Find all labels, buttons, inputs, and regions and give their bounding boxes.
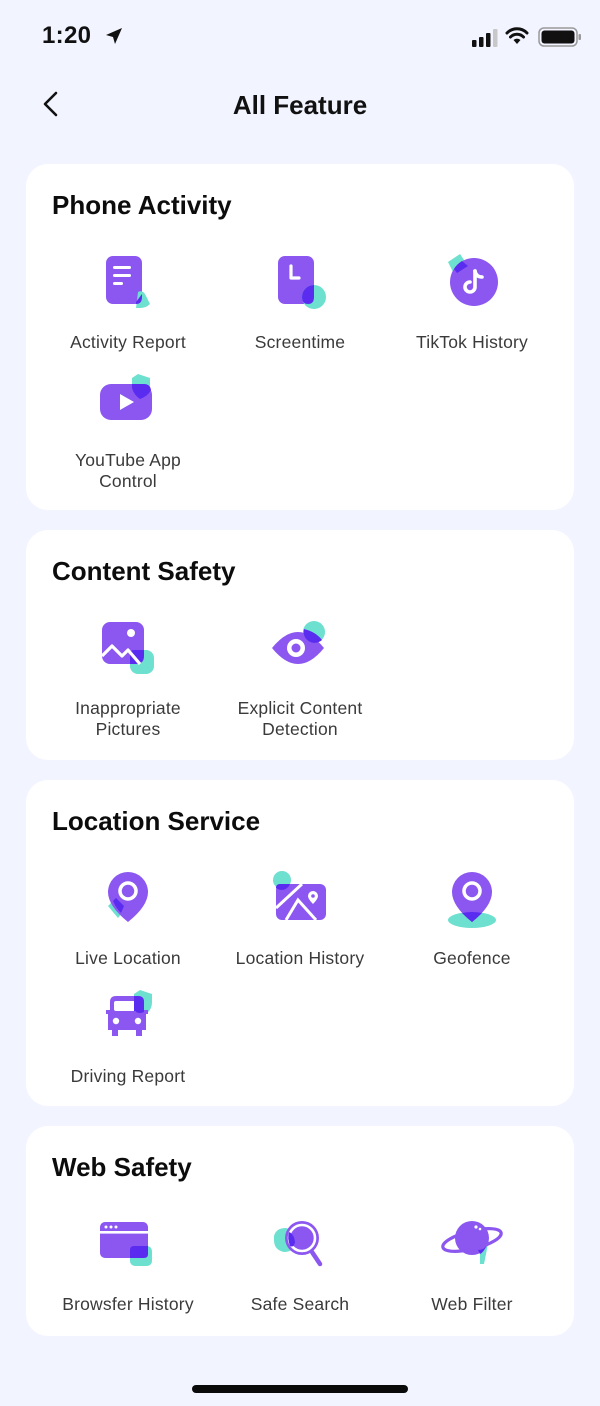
feature-label: Driving Report	[70, 1066, 186, 1086]
feature-tiktok-history[interactable]: TikTok History	[386, 252, 558, 353]
label-line: Inappropriate	[75, 698, 181, 718]
feature-label: TikTok History	[415, 332, 529, 352]
feature-inappropriate-pictures[interactable]: Inappropriate Pictures	[42, 618, 214, 740]
section-phone-activity: Phone Activity Activity Report Screentim…	[26, 164, 574, 510]
feature-web-filter[interactable]: Web Filter	[386, 1214, 558, 1315]
page-title: All Feature	[232, 90, 368, 120]
status-time: 1:20	[42, 22, 92, 49]
phone-clock-icon	[278, 256, 326, 309]
label-line: Detection	[262, 719, 338, 739]
signal-icon	[472, 29, 498, 47]
youtube-icon	[100, 374, 152, 420]
feature-screentime[interactable]: Screentime	[214, 252, 386, 353]
navigation-bar: All Feature	[0, 70, 600, 140]
magnifier-icon	[274, 1221, 323, 1267]
feature-label: Geofence	[433, 948, 511, 968]
image-icon	[100, 622, 154, 674]
section-title: Web Safety	[52, 1152, 192, 1182]
label-line: Pictures	[95, 719, 161, 739]
map-icon	[273, 871, 326, 922]
feature-label: Location History	[235, 948, 365, 968]
feature-location-history[interactable]: Location History	[214, 868, 386, 969]
section-location-service: Location Service Live Location Location …	[26, 780, 574, 1106]
feature-label: Safe Search	[250, 1294, 350, 1314]
feature-activity-report[interactable]: Activity Report	[42, 252, 214, 353]
wifi-icon	[505, 27, 529, 44]
section-title: Phone Activity	[52, 190, 232, 220]
planet-icon	[441, 1221, 503, 1264]
feature-label: YouTube App Control	[42, 450, 214, 492]
feature-geofence[interactable]: Geofence	[386, 868, 558, 969]
document-report-icon	[106, 256, 150, 308]
feature-safe-search[interactable]: Safe Search	[214, 1214, 386, 1315]
location-pin-icon	[108, 872, 148, 922]
feature-label: Explicit Content Detection	[214, 698, 386, 740]
label-line: YouTube App	[74, 450, 181, 470]
browser-window-icon	[100, 1222, 152, 1266]
section-title: Location Service	[52, 806, 261, 836]
feature-label: Web Filter	[431, 1294, 513, 1314]
location-arrow-icon	[106, 28, 122, 44]
feature-label: Screentime	[254, 332, 346, 352]
feature-label: Live Location	[75, 948, 181, 968]
geofence-icon	[448, 872, 496, 928]
feature-browser-history[interactable]: Browsfer History	[42, 1214, 214, 1315]
feature-label: Activity Report	[70, 332, 186, 352]
section-content-safety: Content Safety Inappropriate Pictures Ex…	[26, 530, 574, 760]
car-icon	[106, 990, 152, 1036]
feature-explicit-content-detection[interactable]: Explicit Content Detection	[214, 618, 386, 740]
section-title: Content Safety	[52, 556, 236, 586]
status-bar: 1:20	[0, 0, 600, 70]
feature-live-location[interactable]: Live Location	[42, 868, 214, 969]
label-line: Control	[99, 471, 157, 491]
section-web-safety: Web Safety Browsfer History Safe Search	[26, 1126, 574, 1336]
feature-youtube-app-control[interactable]: YouTube App Control	[42, 370, 214, 492]
feature-driving-report[interactable]: Driving Report	[42, 986, 214, 1087]
label-line: Explicit Content	[237, 698, 363, 718]
home-indicator[interactable]	[192, 1385, 408, 1393]
battery-icon	[538, 27, 581, 47]
tiktok-icon	[448, 254, 498, 306]
feature-label: Inappropriate Pictures	[42, 698, 214, 740]
eye-icon	[272, 621, 325, 664]
feature-label: Browsfer History	[62, 1294, 194, 1314]
